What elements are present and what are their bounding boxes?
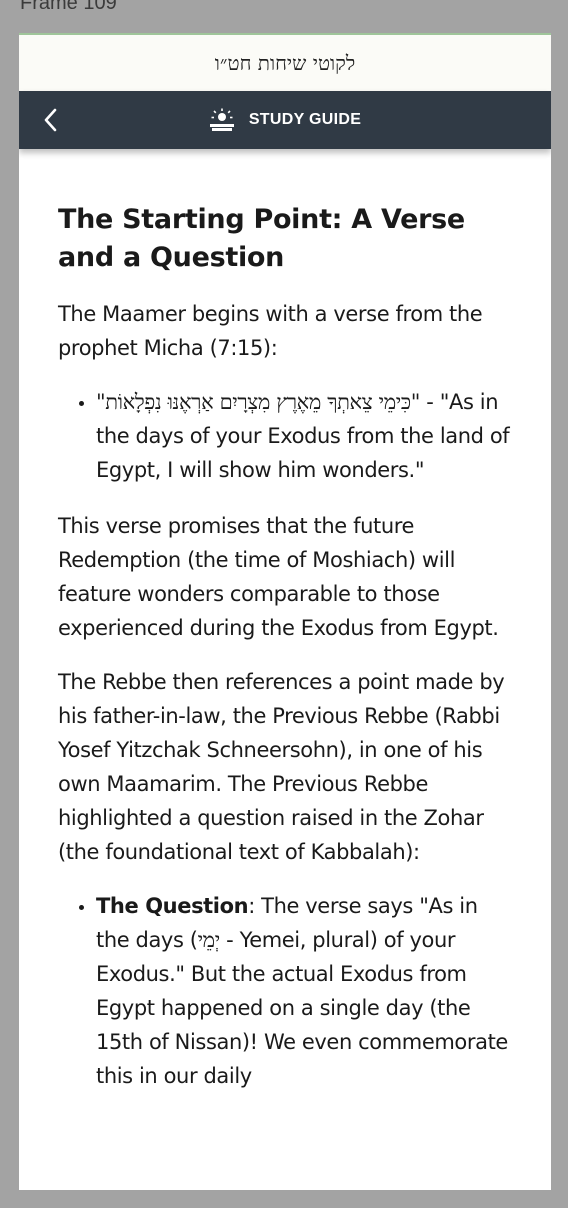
section-heading: The Starting Point: A Verse and a Questi… — [58, 204, 465, 273]
previous-rebbe-paragraph: The Rebbe then references a point made b… — [58, 670, 505, 864]
frame-label: Frame 109 — [20, 0, 117, 14]
question-text-end: - Yemei, plural) of your Exodus." But th… — [96, 928, 508, 1088]
top-title-bar: לקוטי שיחות חט״ו — [19, 33, 551, 91]
question-list: The Question: The verse says "As in the … — [58, 889, 511, 1093]
study-guide-nav-bar: STUDY GUIDE — [19, 91, 551, 149]
redemption-paragraph: This verse promises that the future Rede… — [58, 514, 499, 640]
study-lamp-icon — [209, 108, 234, 131]
hebrew-word-yemei: יְמֵי — [197, 928, 221, 952]
question-label: The Question — [96, 894, 249, 918]
app-screen: לקוטי שיחות חט״ו STUDY GUIDE The Startin… — [19, 33, 551, 1190]
back-button[interactable] — [37, 106, 65, 134]
study-guide-content: The Starting Point: A Verse and a Questi… — [19, 149, 551, 1093]
verse-list: "כִּימֵי צֵאתְךָ מֵאֶרֶץ מִצְרָיִם אַרְא… — [58, 385, 511, 487]
nav-title-group: STUDY GUIDE — [209, 108, 361, 132]
chevron-left-icon — [44, 108, 57, 132]
intro-paragraph: The Maamer begins with a verse from the … — [58, 302, 483, 360]
hebrew-verse: "כִּימֵי צֵאתְךָ מֵאֶרֶץ מִצְרָיִם אַרְא… — [96, 390, 420, 414]
nav-title: STUDY GUIDE — [248, 111, 362, 128]
hebrew-book-title: לקוטי שיחות חט״ו — [214, 50, 356, 75]
question-list-item: The Question: The verse says "As in the … — [96, 889, 511, 1093]
verse-list-item: "כִּימֵי צֵאתְךָ מֵאֶרֶץ מִצְרָיִם אַרְא… — [96, 385, 511, 487]
